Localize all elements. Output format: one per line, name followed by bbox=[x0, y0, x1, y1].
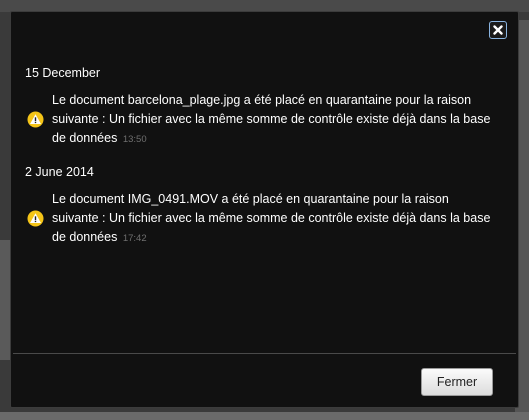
notification-item: Le document IMG_0491.MOV a été placé en … bbox=[25, 190, 505, 248]
background-panel-left bbox=[0, 240, 10, 360]
warning-icon bbox=[27, 210, 44, 227]
date-heading: 2 June 2014 bbox=[25, 165, 94, 179]
footer-divider bbox=[13, 353, 516, 354]
close-x-icon bbox=[493, 25, 503, 35]
notification-text: Le document barcelona_plage.jpg a été pl… bbox=[52, 93, 491, 145]
notification-item: Le document barcelona_plage.jpg a été pl… bbox=[25, 91, 505, 149]
fermer-button[interactable]: Fermer bbox=[421, 368, 493, 396]
notifications-dialog: 15 December Le document barcelona_plage.… bbox=[10, 11, 519, 408]
warning-icon bbox=[27, 111, 44, 128]
close-dialog-button[interactable] bbox=[489, 21, 507, 39]
notification-time: 17:42 bbox=[122, 233, 147, 244]
notification-text: Le document IMG_0491.MOV a été placé en … bbox=[52, 192, 491, 244]
notifications-list: 15 December Le document barcelona_plage.… bbox=[25, 66, 505, 264]
background-bottom-strip bbox=[0, 412, 529, 420]
notification-time: 13:50 bbox=[122, 134, 147, 145]
date-heading: 15 December bbox=[25, 66, 101, 80]
notification-message: Le document barcelona_plage.jpg a été pl… bbox=[52, 91, 492, 149]
notification-message: Le document IMG_0491.MOV a été placé en … bbox=[52, 190, 492, 248]
